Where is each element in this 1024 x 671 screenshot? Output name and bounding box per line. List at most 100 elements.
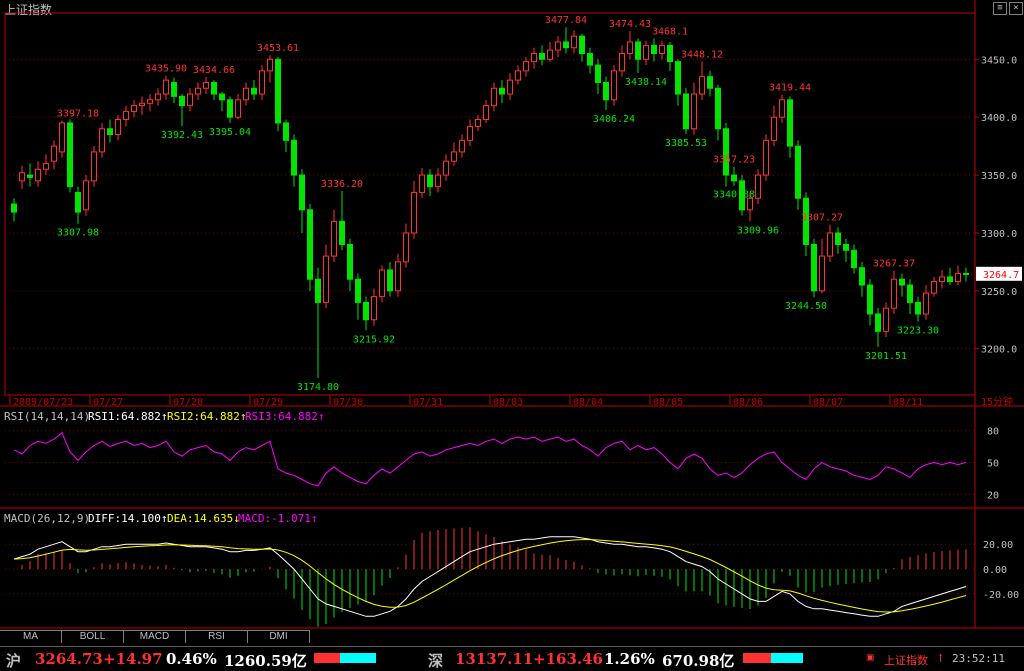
candle-body (299, 174, 305, 211)
candle-body (251, 87, 257, 95)
price-tick-label: 3200.0 (981, 345, 1017, 356)
sh-change: +14.97 (103, 650, 163, 668)
price-tick-label: 3350.0 (981, 171, 1017, 182)
candle-body (267, 58, 273, 72)
price-annotation: 3307.27 (801, 213, 843, 224)
sh-volume: 1260.59亿 (224, 652, 307, 670)
candle-body (939, 276, 945, 283)
index-name[interactable]: 上证指数 (884, 652, 928, 668)
price-tick-label: 3450.0 (981, 55, 1017, 66)
price-annotation: 3215.92 (353, 334, 395, 345)
date-label: 08/07 (813, 397, 843, 408)
sh-percent: 0.46% (166, 650, 217, 668)
macd-tick-label: 0.00 (983, 565, 1007, 576)
candle-body (211, 81, 217, 95)
sz-volume: 670.98亿 (662, 652, 735, 670)
candle-body (483, 105, 489, 120)
date-label: 08/06 (733, 397, 763, 408)
index-arrow-icon: ↑ (936, 652, 946, 665)
candle-body (411, 191, 417, 234)
date-label: 08/03 (493, 397, 523, 408)
price-annotation: 3453.61 (257, 43, 299, 54)
candle-body (139, 102, 145, 107)
candle-body (835, 232, 841, 246)
price-annotation: 3474.43 (609, 19, 651, 30)
date-label: 07/29 (253, 397, 283, 408)
candle-body (523, 61, 529, 72)
tab-ma[interactable]: MA (0, 630, 62, 643)
candle-body (203, 81, 209, 89)
date-label: 2009/07/23 (13, 397, 73, 408)
tab-boll[interactable]: BOLL (62, 630, 124, 643)
candle-body (387, 269, 393, 292)
candle-body (755, 174, 761, 199)
candle-body (611, 70, 617, 101)
candle-body (235, 99, 241, 118)
candle-body (51, 145, 57, 162)
candle-body (155, 93, 161, 101)
price-annotation: 3336.20 (321, 179, 363, 190)
tab-macd[interactable]: MACD (124, 630, 186, 643)
tab-rsi[interactable]: RSI (186, 630, 248, 643)
candle-body (619, 53, 625, 72)
candle-body (427, 174, 433, 188)
candle-body (555, 41, 561, 51)
candle-body (539, 53, 545, 60)
rsi-tick-label: 80 (987, 427, 999, 438)
candle-body (875, 313, 881, 332)
candle-body (355, 278, 361, 303)
candle-body (491, 87, 497, 107)
dea-value: DEA:14.635↓ (167, 512, 240, 525)
sz-label: 深 (428, 652, 444, 670)
tab-dmi[interactable]: DMI (248, 630, 310, 643)
price-annotation: 3438.14 (625, 77, 667, 88)
candle-body (643, 44, 649, 60)
candle-body (107, 128, 113, 136)
candle-body (195, 87, 201, 95)
date-label: 08/04 (573, 397, 603, 408)
candle-body (67, 122, 73, 188)
candle-body (931, 281, 937, 294)
candle-body (627, 41, 633, 55)
candle-body (19, 172, 25, 182)
candle-body (403, 232, 409, 263)
candle-body (851, 249, 857, 269)
candle-body (763, 139, 769, 176)
macd-label: MACD(26,12,9) (4, 512, 91, 525)
sz-price: 13137.11 (455, 650, 534, 668)
sz-updown-bar-red (743, 653, 771, 663)
candle-body (459, 139, 465, 153)
price-annotation: 3435.90 (145, 64, 187, 75)
candle-body (683, 93, 689, 130)
macd-tick-label: 20.00 (983, 540, 1013, 551)
candle-body (563, 41, 569, 49)
candle-body (779, 99, 785, 118)
candle-body (947, 276, 953, 283)
candle-body (691, 93, 697, 130)
candle-body (587, 53, 593, 66)
candle-body (579, 35, 585, 55)
candle-body (35, 168, 41, 182)
candle-body (187, 93, 193, 107)
candle-body (315, 278, 321, 303)
sh-price: 3264.73 (35, 650, 103, 668)
stock-chart[interactable]: 3200.0 3250.0 3300.0 3350.0 3400.0 3450.0 3264… (0, 0, 1024, 630)
candle-body (675, 61, 681, 95)
sh-updown-bar-red (314, 653, 340, 663)
candle-body (451, 151, 457, 162)
candle-body (923, 292, 929, 315)
candle-body (771, 116, 777, 141)
candle-body (883, 307, 889, 332)
candle-body (595, 64, 601, 83)
alert-icon[interactable]: ▣ (866, 652, 875, 663)
candle-body (59, 122, 65, 153)
sz-updown-bar-cyan (771, 653, 803, 663)
diff-line (13, 536, 967, 617)
macd-value: MACD:-1.071↑ (238, 512, 318, 525)
candle-body (819, 255, 825, 292)
candle-body (11, 203, 17, 213)
candle-body (379, 269, 385, 298)
candle-body (219, 93, 225, 101)
clock: 23:52:11 (952, 652, 1005, 665)
date-label: 07/27 (93, 397, 123, 408)
